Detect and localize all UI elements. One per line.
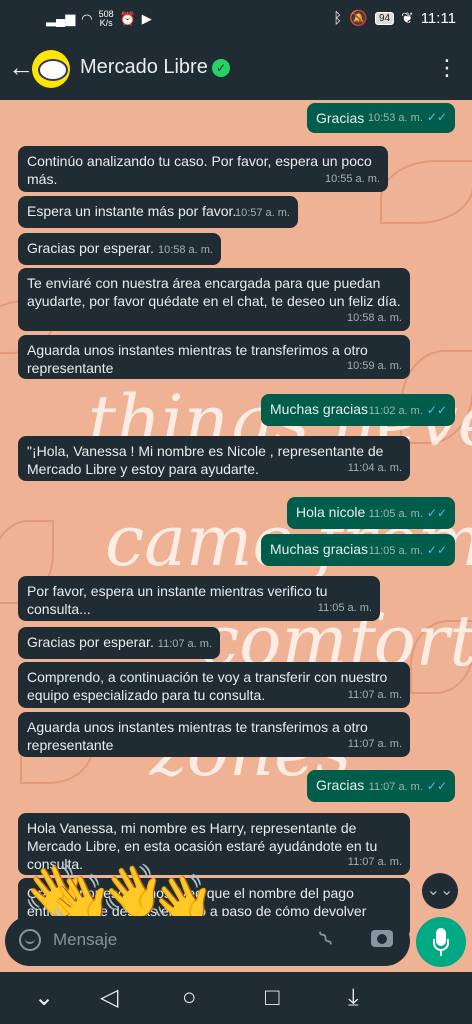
- camera-icon[interactable]: [371, 930, 393, 947]
- message-incoming[interactable]: Aguarda unos instantes mientras te trans…: [18, 712, 410, 757]
- read-receipt-icon: ✓✓: [426, 543, 447, 557]
- handshake-logo-icon: [38, 59, 68, 81]
- message-incoming[interactable]: Gracias por esperar. 11:07 a. m.: [18, 627, 220, 659]
- message-time: 10:55 a. m.: [324, 173, 380, 185]
- read-receipt-icon: ✓✓: [426, 110, 447, 124]
- message-meta: 11:05 a. m. ✓✓: [369, 504, 447, 523]
- mute-icon: 🔕: [349, 10, 368, 27]
- read-receipt-icon: ✓✓: [426, 506, 447, 520]
- wallpaper-leaf: [380, 160, 472, 224]
- message-time: 10:53 a. m.: [367, 112, 423, 124]
- network-speed: 508 K/s: [99, 10, 114, 28]
- message-meta: 11:02 a. m. ✓✓: [369, 401, 447, 420]
- message-outgoing[interactable]: Muchas gracias 11:02 a. m. ✓✓: [261, 394, 455, 426]
- message-text: Te enviaré con nuestra área encargada pa…: [27, 275, 401, 309]
- avatar[interactable]: [32, 50, 70, 88]
- message-text: Comprendo, a continuación te voy a trans…: [27, 669, 388, 703]
- message-time: 11:05 a. m.: [368, 508, 423, 520]
- message-outgoing[interactable]: Gracias 11:07 a. m. ✓✓: [307, 770, 455, 802]
- alarm-icon: ⏰: [119, 11, 136, 26]
- home-icon[interactable]: ○: [182, 984, 197, 1012]
- signal-icon: ▂▄▆: [46, 11, 76, 26]
- chat-area[interactable]: things never came from comfort zones Gra…: [0, 100, 472, 972]
- message-outgoing[interactable]: Muchas gracias 11:05 a. m. ✓✓: [261, 534, 455, 566]
- message-composer: Mensaje ⌇: [5, 916, 410, 966]
- message-time: 11:07 a. m.: [368, 781, 423, 793]
- message-incoming[interactable]: Espera un instante más por favor. 10:57 …: [18, 196, 298, 228]
- bluetooth-icon: ᛒ: [333, 9, 343, 27]
- message-meta: 11:07 a. m. ✓✓: [369, 777, 447, 796]
- message-incoming[interactable]: Te enviaré con nuestra área encargada pa…: [18, 268, 410, 331]
- message-incoming[interactable]: Comprendo, a continuación te voy a trans…: [18, 662, 410, 708]
- message-text: Aguarda unos instantes mientras te trans…: [27, 342, 368, 376]
- message-time: 10:58 a. m.: [157, 244, 213, 256]
- message-outgoing[interactable]: Hola nicole 11:05 a. m. ✓✓: [287, 497, 455, 529]
- youtube-icon: ▶: [141, 11, 152, 26]
- message-incoming[interactable]: Continúo analizando tu caso. Por favor, …: [18, 146, 388, 192]
- message-incoming[interactable]: Por favor, espera un instante mientras v…: [18, 576, 380, 621]
- clock: 11:11: [420, 9, 456, 27]
- wifi-icon: ◠: [81, 11, 93, 26]
- attach-icon[interactable]: ⌇: [314, 926, 339, 953]
- message-time: 11:05 a. m.: [317, 602, 372, 614]
- message-incoming[interactable]: "¡Hola, Vanessa ! Mi nombre es Nicole , …: [18, 436, 410, 481]
- chat-header: ← Mercado Libre ✓ ⋮: [0, 38, 472, 100]
- scroll-to-bottom-button[interactable]: ⌄⌄: [422, 873, 458, 909]
- more-options-icon[interactable]: ⋮: [436, 56, 458, 80]
- message-input[interactable]: Mensaje: [53, 930, 117, 950]
- status-bar: ▂▄▆ ◠ 508 K/s ⏰ ▶ ᛒ 🔕 94 ❦ 11:11: [0, 0, 472, 38]
- leaf-icon: ❦: [401, 10, 414, 27]
- message-time: 11:02 a. m.: [368, 405, 423, 417]
- message-time: 10:57 a. m.: [234, 207, 290, 219]
- message-outgoing[interactable]: Gracias 10:53 a. m. ✓✓: [307, 103, 455, 133]
- message-meta: 10:53 a. m. ✓✓: [368, 108, 447, 127]
- notification-drawer-icon[interactable]: ⤓: [348, 984, 359, 1012]
- message-time: 11:05 a. m.: [368, 545, 423, 557]
- read-receipt-icon: ✓✓: [426, 779, 447, 793]
- message-time: 11:07 a. m.: [347, 689, 402, 701]
- emoji-icon[interactable]: [19, 929, 41, 951]
- message-time: 11:07 a. m.: [347, 738, 402, 750]
- message-time: 10:58 a. m.: [346, 312, 402, 324]
- message-text: "¡Hola, Vanessa ! Mi nombre es Nicole , …: [27, 443, 384, 477]
- recents-icon[interactable]: □: [265, 984, 280, 1012]
- message-text: Aguarda unos instantes mientras te trans…: [27, 719, 368, 753]
- battery-icon: 94: [374, 11, 395, 25]
- back-arrow-icon[interactable]: ←: [8, 52, 34, 82]
- message-meta: 11:05 a. m. ✓✓: [369, 541, 447, 560]
- verified-badge-icon: ✓: [212, 59, 230, 77]
- message-incoming[interactable]: Gracias por esperar. 10:58 a. m.: [18, 233, 221, 265]
- contact-name[interactable]: Mercado Libre: [80, 56, 208, 79]
- message-time: 11:07 a. m.: [157, 638, 212, 650]
- message-incoming[interactable]: Aguarda unos instantes mientras te trans…: [18, 335, 410, 379]
- message-time: 11:04 a. m.: [347, 462, 402, 474]
- message-time: 11:07 a. m.: [347, 856, 402, 868]
- hide-keyboard-icon[interactable]: ⌄: [34, 984, 54, 1012]
- message-time: 10:59 a. m.: [346, 360, 402, 372]
- voice-message-button[interactable]: [416, 917, 466, 967]
- system-navigation-bar: ⌄ ◁ ○ □ ⤓: [0, 972, 472, 1024]
- back-icon[interactable]: ◁: [100, 984, 118, 1012]
- net-speed-unit: K/s: [99, 18, 113, 28]
- read-receipt-icon: ✓✓: [426, 403, 447, 417]
